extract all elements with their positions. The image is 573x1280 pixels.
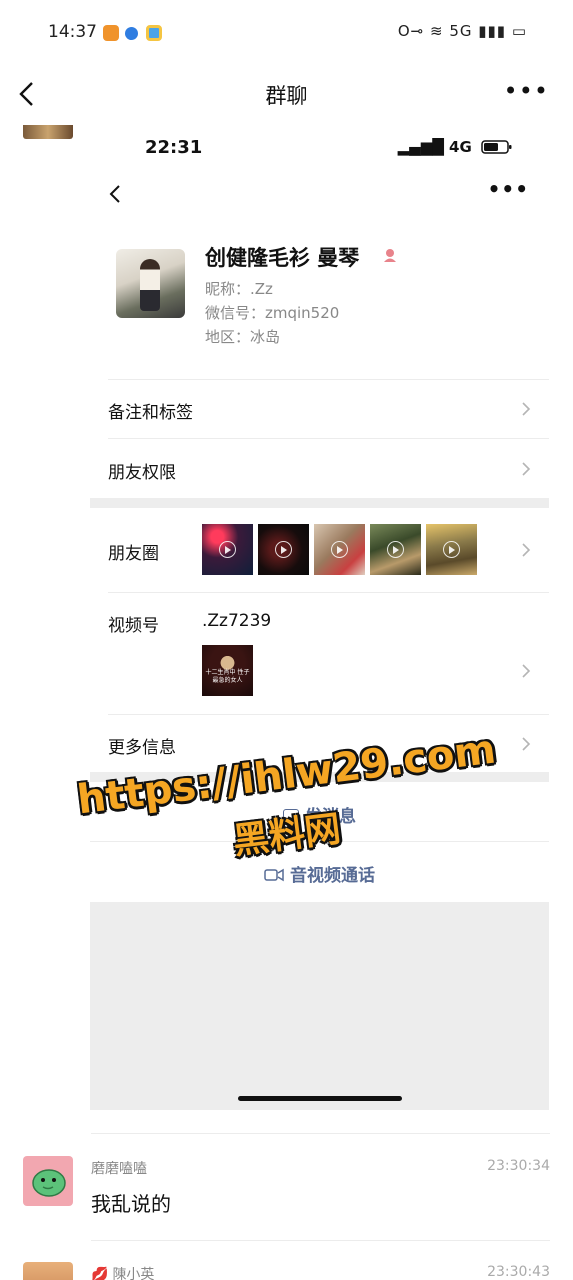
blank-area	[90, 902, 549, 1110]
inner-signal-indicator: ▂▄▆█ 4G	[398, 138, 513, 156]
more-icon[interactable]: •••	[504, 79, 549, 103]
status-indicators: O⊸ ≋ 5G ▮▮▮ ▭	[397, 22, 527, 40]
play-icon	[331, 541, 348, 558]
message-text: 我乱说的	[91, 1192, 171, 1216]
profile-avatar	[116, 249, 185, 318]
app-icon-blue	[125, 27, 138, 40]
row-permissions: 朋友权限	[108, 438, 549, 498]
row-remarks: 备注和标签	[108, 379, 549, 438]
av-call-label: 音视频通话	[290, 866, 375, 886]
row-moments-label: 朋友圈	[108, 544, 159, 564]
sender-name: 磨磨嗑嗑	[91, 1161, 147, 1177]
divider	[91, 1133, 550, 1134]
row-channels: 视频号 .Zz7239	[108, 592, 549, 714]
row-more-info-label: 更多信息	[108, 738, 176, 758]
divider	[91, 1240, 550, 1241]
message-time: 23:30:43	[487, 1264, 550, 1280]
chevron-right-icon	[522, 664, 531, 678]
moment-thumbnail	[258, 524, 309, 575]
avatar[interactable]	[23, 125, 73, 139]
avatar[interactable]	[23, 1262, 73, 1280]
moment-thumbnail	[426, 524, 477, 575]
channels-thumbnail-text: 十二生肖中 性子最急的女人	[205, 669, 250, 684]
video-call-icon	[264, 868, 284, 882]
app-icon-orange	[103, 25, 119, 41]
sender-name-row: 💋 陳小英	[91, 1264, 154, 1280]
channels-thumbnail: 十二生肖中 性子最急的女人	[202, 645, 253, 696]
row-channels-label: 视频号	[108, 616, 159, 636]
play-icon	[275, 541, 292, 558]
avatar-dino-icon	[32, 1169, 66, 1197]
battery-icon	[481, 140, 512, 154]
chevron-right-icon	[522, 462, 531, 476]
female-icon	[384, 249, 396, 262]
chat-header: 群聊 •••	[0, 66, 573, 122]
moment-thumbnail	[202, 524, 253, 575]
message-time: 23:30:34	[487, 1158, 550, 1174]
sender-name: 陳小英	[112, 1267, 155, 1280]
shared-screenshot[interactable]: 22:31 ▂▄▆█ 4G ••• 创健隆毛衫 曼琴 昵称：.Zz 微信号：zm…	[90, 128, 549, 1110]
moment-thumbnail	[370, 524, 421, 575]
profile-wechat-id: 微信号：zmqin520	[205, 304, 340, 322]
inner-more-icon: •••	[487, 177, 529, 201]
app-icon-yellow	[146, 25, 162, 41]
row-permissions-label: 朋友权限	[108, 463, 176, 483]
status-time: 14:37	[48, 22, 97, 42]
inner-signal-text: ▂▄▆█ 4G	[397, 138, 472, 156]
moment-thumbnail	[314, 524, 365, 575]
play-icon	[219, 541, 236, 558]
profile-region: 地区：冰岛	[205, 328, 281, 346]
inner-back-icon	[109, 185, 120, 203]
profile-nickname: 昵称：.Zz	[205, 280, 273, 298]
chevron-right-icon	[522, 402, 531, 416]
page-title: 群聊	[265, 84, 308, 108]
inner-status-time: 22:31	[145, 137, 203, 158]
row-remarks-label: 备注和标签	[108, 403, 193, 423]
channels-id: .Zz7239	[202, 611, 272, 631]
profile-name: 创健隆毛衫 曼琴	[205, 246, 360, 270]
play-icon	[443, 541, 460, 558]
status-bar: 14:37 O⊸ ≋ 5G ▮▮▮ ▭	[0, 0, 573, 66]
lips-icon: 💋	[91, 1267, 109, 1280]
section-divider	[90, 498, 549, 508]
avatar[interactable]	[23, 1156, 73, 1206]
chevron-right-icon	[522, 543, 531, 557]
home-indicator	[238, 1096, 402, 1101]
play-icon	[387, 541, 404, 558]
